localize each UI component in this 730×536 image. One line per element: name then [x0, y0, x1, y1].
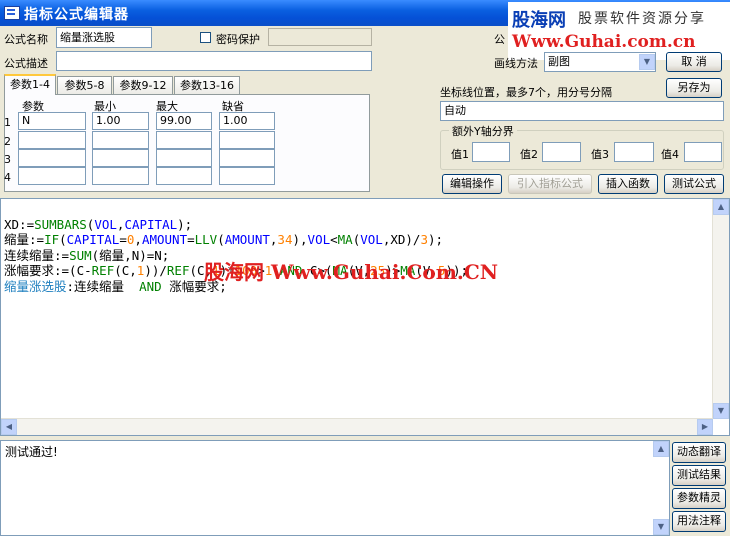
tab-params-5-8[interactable]: 参数5-8: [57, 76, 112, 94]
param-min-input[interactable]: [92, 131, 149, 149]
code-line: XD:=SUMBARS(VOL,CAPITAL);: [4, 216, 193, 232]
param-default-input[interactable]: [219, 149, 275, 167]
param-default-input[interactable]: 1.00: [219, 112, 275, 130]
password-label: 密码保护: [216, 33, 260, 46]
value1-input[interactable]: [472, 142, 510, 162]
import-formula-button[interactable]: 引入指标公式: [508, 174, 592, 194]
scroll-down-icon[interactable]: ▼: [653, 519, 669, 535]
param-min-input[interactable]: 1.00: [92, 112, 149, 130]
row-index: 2: [4, 135, 11, 148]
dynamic-translate-button[interactable]: 动态翻译: [672, 442, 726, 463]
tab-params-9-12[interactable]: 参数9-12: [113, 76, 173, 94]
logo-tagline: 股票软件资源分享: [578, 11, 706, 27]
value2-input[interactable]: [542, 142, 581, 162]
draw-method-value: 副图: [548, 55, 570, 68]
editor-vertical-scrollbar[interactable]: ▲ ▼: [712, 199, 729, 419]
axis-position-input[interactable]: 自动: [440, 101, 724, 121]
value2-label: 值2: [520, 148, 538, 161]
scroll-left-icon[interactable]: ◀: [1, 419, 17, 435]
app-icon: [4, 6, 20, 20]
value4-label: 值4: [661, 148, 679, 161]
row-index: 4: [4, 171, 11, 184]
param-wizard-button[interactable]: 参数精灵: [672, 488, 726, 509]
row-index: 3: [4, 153, 11, 166]
overlay-watermark: 股海网 Www.Guhai.Com.CN: [204, 260, 499, 284]
desc-label: 公式描述: [4, 57, 48, 70]
code-line: 缩量:=IF(CAPITAL=0,AMOUNT=LLV(AMOUNT,34),V…: [4, 232, 444, 247]
password-input[interactable]: [268, 28, 372, 46]
test-formula-button[interactable]: 测试公式: [664, 174, 724, 194]
tab-params-1-4[interactable]: 参数1-4: [4, 74, 56, 95]
insert-function-button[interactable]: 插入函数: [598, 174, 658, 194]
value3-input[interactable]: [614, 142, 654, 162]
param-min-input[interactable]: [92, 149, 149, 167]
editor-horizontal-scrollbar[interactable]: ◀ ▶: [1, 418, 713, 435]
value1-label: 值1: [451, 148, 469, 161]
param-max-input[interactable]: [156, 131, 212, 149]
window-title: 指标公式编辑器: [24, 7, 129, 23]
usage-notes-button[interactable]: 用法注释: [672, 511, 726, 532]
param-default-input[interactable]: [219, 131, 275, 149]
save-as-button[interactable]: 另存为: [666, 78, 722, 98]
name-label: 公式名称: [4, 33, 48, 46]
formula-desc-input[interactable]: [56, 51, 372, 71]
test-results-button[interactable]: 测试结果: [672, 465, 726, 486]
chevron-down-icon[interactable]: ▼: [639, 54, 655, 70]
param-max-input[interactable]: [156, 149, 212, 167]
param-name-input[interactable]: [18, 149, 86, 167]
edit-ops-button[interactable]: 编辑操作: [442, 174, 502, 194]
param-max-input[interactable]: [156, 167, 212, 185]
group-title: 额外Y轴分界: [449, 123, 517, 139]
type-label: 公: [494, 33, 505, 46]
param-default-input[interactable]: [219, 167, 275, 185]
formula-editor[interactable]: XD:=SUMBARS(VOL,CAPITAL); 缩量:=IF(CAPITAL=…: [0, 198, 730, 436]
scroll-up-icon[interactable]: ▲: [653, 441, 669, 457]
logo-brand: 股海网: [512, 10, 566, 31]
draw-method-select[interactable]: 副图 ▼: [544, 52, 656, 72]
scroll-up-icon[interactable]: ▲: [713, 199, 729, 215]
password-checkbox[interactable]: [200, 32, 211, 43]
scroll-right-icon[interactable]: ▶: [697, 419, 713, 435]
value3-label: 值3: [591, 148, 609, 161]
param-name-input[interactable]: [18, 167, 86, 185]
row-index: 1: [4, 116, 11, 129]
param-max-input[interactable]: 99.00: [156, 112, 212, 130]
param-min-input[interactable]: [92, 167, 149, 185]
value4-input[interactable]: [684, 142, 722, 162]
logo-url: Www.Guhai.com.cn: [512, 32, 696, 52]
axis-label: 坐标线位置，最多7个，用分号分隔: [440, 86, 612, 99]
formula-name-input[interactable]: 缩量涨选股: [56, 27, 152, 48]
param-name-input[interactable]: N: [18, 112, 86, 130]
output-panel[interactable]: 测试通过! ▲ ▼: [0, 440, 670, 536]
tab-params-13-16[interactable]: 参数13-16: [174, 76, 240, 94]
scroll-down-icon[interactable]: ▼: [713, 403, 729, 419]
param-name-input[interactable]: [18, 131, 86, 149]
draw-method-label: 画线方法: [494, 57, 538, 70]
cancel-button[interactable]: 取 消: [666, 52, 722, 72]
output-message: 测试通过!: [5, 445, 58, 459]
